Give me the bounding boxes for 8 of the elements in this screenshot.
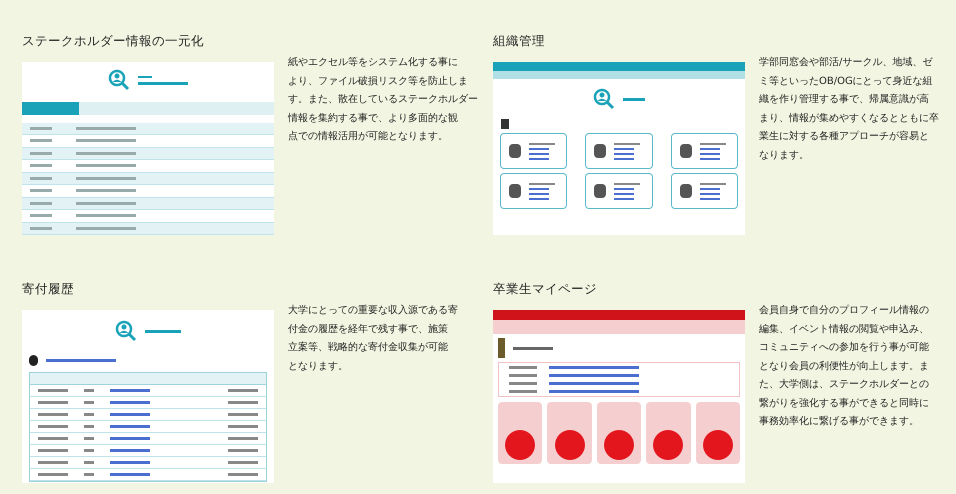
section-title: 組織管理 [493, 32, 545, 50]
description-text: 大学にとっての重要な収入源である寄 付金の履歴を経年で残す事で、施策 立案等、戦略的な寄付金収集が可能 となります。 [288, 304, 458, 374]
description-text: 紙やエクセル等をシステム化する事に より、ファイル破損リスク等を防止しま す。また、散在しているステークホルダー 情報を集約する事で、より多面的な観 点での情報活用が可能となります。 [288, 56, 478, 144]
description-text: 学部同窓会や部活/サークル、地域、ゼ ミ等といったOB/OGにとって身近な組 織を作り管理する事で、帰属意識が高 まり、情報が集めやすくなるとともに卒 業生に対する各種アプローチが容易と なります。 [759, 56, 939, 162]
section-title: 卒業生マイページ [493, 280, 597, 298]
description-text: 会員自身で自分のプロフィール情報の 編集、イベント情報の閲覧や申込み、 コミュニティへの参加を行う事が可能 となり会員の利便性が向上します。ま た、大学側は、ステークホルダーとの 繋がりを強化する事ができると同時に 事務効率化に繋げる事ができます。 [759, 304, 929, 429]
section-title: 寄付履歴 [22, 280, 74, 298]
section-title: ステークホルダー情報の一元化 [22, 32, 204, 50]
